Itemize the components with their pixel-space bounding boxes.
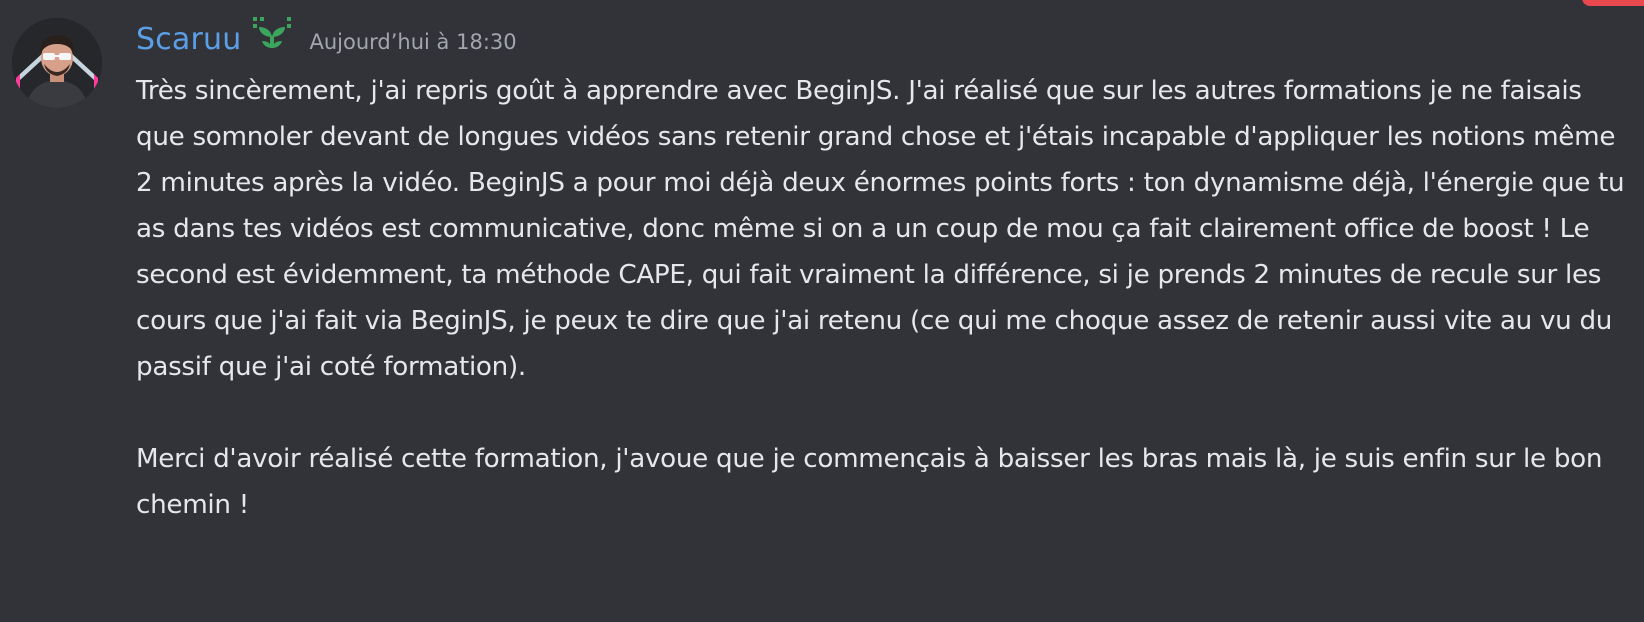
message-paragraph: Merci d'avoir réalisé cette formation, j… (136, 444, 1611, 520)
message-content: Très sincèrement, j'ai repris goût à app… (136, 68, 1636, 528)
avatar-image (12, 18, 102, 108)
message-paragraph: Très sincèrement, j'ai repris goût à app… (136, 76, 1633, 382)
chat-message: Scaruu Aujourd’hui à 18:30 Très sincèrem… (0, 0, 1644, 622)
notification-mark (1582, 0, 1644, 6)
timestamp[interactable]: Aujourd’hui à 18:30 (309, 30, 516, 54)
message-header: Scaruu Aujourd’hui à 18:30 (136, 16, 517, 62)
avatar[interactable] (12, 18, 102, 108)
sprout-icon[interactable] (251, 15, 293, 55)
username[interactable]: Scaruu (136, 22, 241, 57)
